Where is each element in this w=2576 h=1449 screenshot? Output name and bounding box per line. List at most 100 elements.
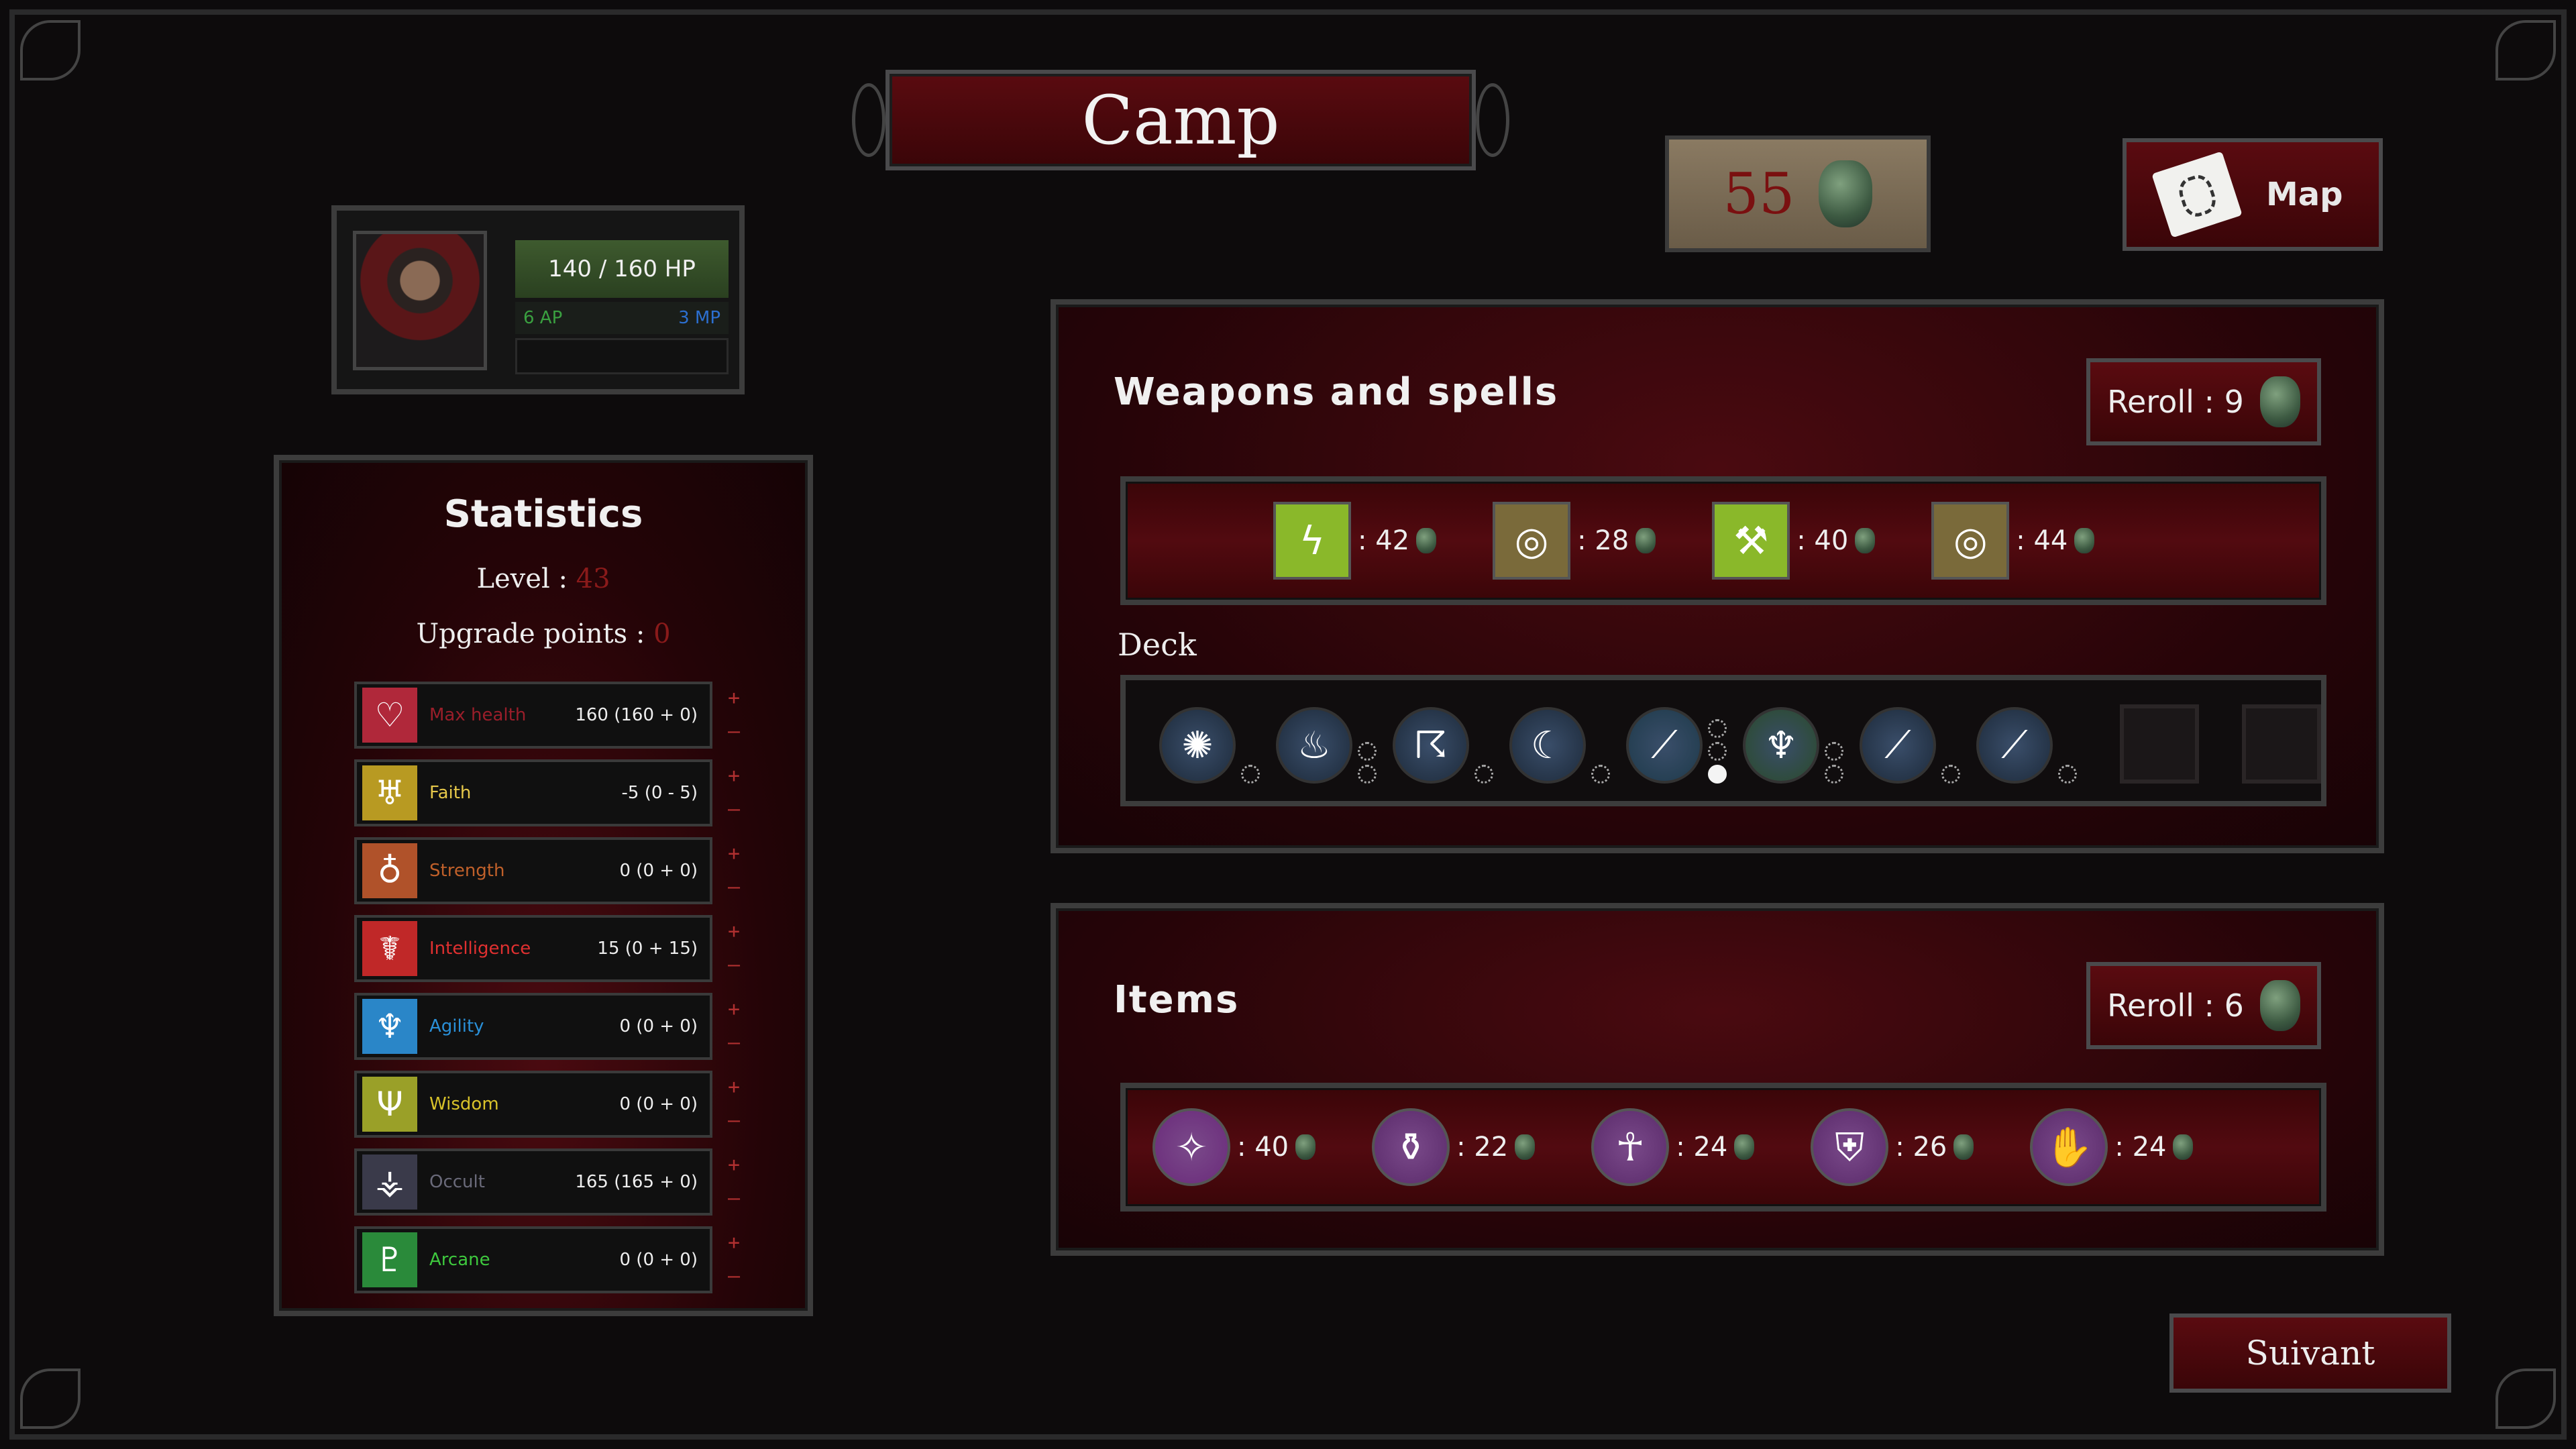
item-price: : 40	[1237, 1132, 1289, 1163]
next-button-label: Suivant	[2245, 1334, 2375, 1373]
page-title: Camp	[885, 70, 1476, 170]
bow-icon: ⟋	[1976, 707, 2053, 784]
item-shop-item[interactable]: ✧: 40	[1152, 1108, 1316, 1186]
stat-row: ♡ Max health 160 (160 + 0)	[354, 682, 712, 749]
stat-name: Occult	[429, 1172, 485, 1192]
deck-card[interactable]: ⟋	[1626, 707, 1727, 784]
deck-card[interactable]: ⟋	[1976, 707, 2077, 784]
statistics-title: Statistics	[443, 492, 643, 536]
currency-display: 55	[1665, 136, 1931, 252]
items-reroll-button[interactable]: Reroll : 6	[2086, 962, 2321, 1049]
item-price: : 24	[2114, 1132, 2167, 1163]
deck-card[interactable]: ♨	[1276, 707, 1377, 784]
stat-increase-button[interactable]: +	[722, 994, 746, 1024]
stat-value: 15 (0 + 15)	[597, 938, 698, 959]
ankh-figure-icon: ☥	[1591, 1108, 1670, 1186]
charge-dot	[1591, 765, 1610, 784]
gem-coin-icon	[2173, 1134, 2194, 1160]
deck-card[interactable]: ⟋	[1860, 707, 1960, 784]
stat-decrease-button[interactable]: –	[722, 1106, 746, 1135]
map-button-label: Map	[2266, 176, 2343, 213]
charge-dot	[1708, 719, 1727, 738]
ap-text: 6 AP	[523, 308, 563, 328]
stat-decrease-button[interactable]: –	[722, 716, 746, 746]
card-charges	[1825, 742, 1843, 784]
item-shop-item[interactable]: ✋: 24	[2030, 1108, 2194, 1186]
gem-coin-icon	[1515, 1134, 1536, 1160]
item-shop-item[interactable]: ☥: 24	[1591, 1108, 1755, 1186]
stat-increase-button[interactable]: +	[722, 1228, 746, 1257]
occult-sigil-icon: ⚶	[362, 1155, 417, 1210]
stat-value: 165 (165 + 0)	[575, 1172, 698, 1192]
gem-coin-icon	[1416, 528, 1437, 553]
weapons-reroll-button[interactable]: Reroll : 9	[2086, 358, 2321, 445]
stat-decrease-button[interactable]: –	[722, 1183, 746, 1213]
weapon-price: : 40	[1796, 525, 1849, 556]
next-button[interactable]: Suivant	[2169, 1313, 2451, 1393]
stat-decrease-button[interactable]: –	[722, 872, 746, 902]
item-shop-item[interactable]: ⛨: 26	[1811, 1108, 1974, 1186]
stat-row: ♅ Faith -5 (0 - 5)	[354, 759, 712, 826]
hp-bar: 140 / 160 HP	[515, 240, 729, 298]
upgrade-points-label: Upgrade points :	[416, 619, 654, 649]
items-reroll-label: Reroll : 6	[2107, 987, 2244, 1024]
card-charges	[1358, 742, 1377, 784]
stat-increase-button[interactable]: +	[722, 683, 746, 712]
level-line: Level : 43	[279, 564, 808, 594]
stat-value: 0 (0 + 0)	[619, 1250, 698, 1270]
stat-value: 0 (0 + 0)	[619, 1094, 698, 1114]
hp-text: 140 / 160 HP	[548, 256, 696, 282]
empty-deck-slot[interactable]	[2120, 704, 2199, 784]
map-button[interactable]: Map	[2123, 138, 2383, 251]
status-bar	[515, 338, 729, 374]
deck-card[interactable]: ✺	[1159, 707, 1260, 784]
stat-increase-button[interactable]: +	[722, 916, 746, 946]
empty-deck-slot[interactable]	[2242, 704, 2321, 784]
character-card[interactable]: 140 / 160 HP 6 AP 3 MP	[331, 205, 745, 394]
heart-sigil-icon: ♡	[362, 688, 417, 743]
upgrade-points-value: 0	[653, 619, 671, 649]
stat-decrease-button[interactable]: –	[722, 1028, 746, 1057]
charge-dot	[2058, 765, 2077, 784]
stat-increase-button[interactable]: +	[722, 839, 746, 868]
stat-increase-button[interactable]: +	[722, 761, 746, 790]
charge-dot	[1825, 742, 1843, 761]
weapon-shop-item[interactable]: ◎: 44	[1931, 502, 2095, 580]
stat-name: Faith	[429, 783, 472, 803]
stat-decrease-button[interactable]: –	[722, 1261, 746, 1291]
gem-coin-icon	[2259, 980, 2300, 1031]
card-charges	[1941, 765, 1960, 784]
gem-coin-icon	[2259, 376, 2300, 427]
character-portrait	[353, 231, 487, 370]
card-charges	[1591, 765, 1610, 784]
weapon-shop-item[interactable]: ⚒: 40	[1712, 502, 1876, 580]
weapon-price: : 28	[1577, 525, 1629, 556]
weapons-spells-panel: Weapons and spells Reroll : 9 ϟ: 42 ◎: 28…	[1051, 299, 2384, 853]
corner-ornament-icon	[2496, 1368, 2556, 1429]
weapon-shop-item[interactable]: ◎: 28	[1493, 502, 1656, 580]
weapons-reroll-label: Reroll : 9	[2107, 384, 2244, 420]
charge-dot	[1474, 765, 1493, 784]
stat-increase-button[interactable]: +	[722, 1150, 746, 1179]
stat-decrease-button[interactable]: –	[722, 794, 746, 824]
banner-ornament-left-icon	[852, 83, 885, 157]
item-price: : 22	[1456, 1132, 1509, 1163]
claw-slash-icon: ☾	[1509, 707, 1586, 784]
open-hand-icon: ✋	[2030, 1108, 2108, 1186]
hammer-icon: ⚒	[1712, 502, 1790, 580]
deck-card[interactable]: ☾	[1509, 707, 1610, 784]
item-shop-item[interactable]: ⚱: 22	[1372, 1108, 1536, 1186]
deck-card[interactable]: ☈	[1393, 707, 1493, 784]
deck-label: Deck	[1118, 627, 1197, 663]
stat-decrease-button[interactable]: –	[722, 950, 746, 979]
ap-mp-bar: 6 AP 3 MP	[515, 302, 729, 334]
item-price: : 24	[1676, 1132, 1728, 1163]
weapons-shop-bar: ϟ: 42 ◎: 28 ⚒: 40 ◎: 44	[1120, 476, 2326, 605]
stat-increase-button[interactable]: +	[722, 1072, 746, 1102]
weapon-shop-item[interactable]: ϟ: 42	[1273, 502, 1437, 580]
charge-dot	[1708, 742, 1727, 761]
deck-card[interactable]: ♆	[1743, 707, 1843, 784]
deck-bar: ✺ ♨ ☈ ☾ ⟋ ♆ ⟋ ⟋	[1120, 675, 2326, 806]
gem-coin-icon	[1855, 528, 1876, 553]
stat-row: ♁ Strength 0 (0 + 0)	[354, 837, 712, 904]
